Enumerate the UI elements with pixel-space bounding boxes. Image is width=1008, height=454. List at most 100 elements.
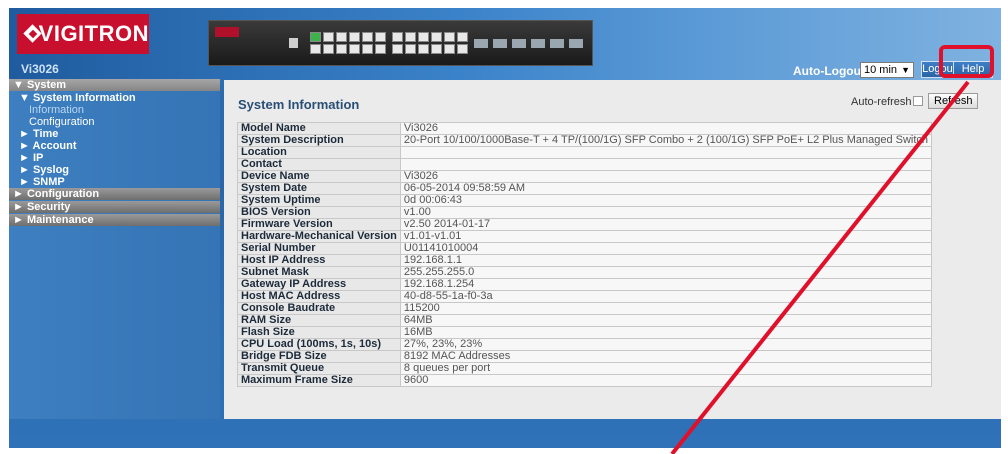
table-key-cell: Console Baudrate (237, 302, 401, 315)
table-value-cell: 9600 (399, 374, 933, 387)
port-icon (418, 44, 429, 54)
table-row: Flash Size 16MB (237, 326, 933, 339)
auto-refresh-label: Auto-refresh (851, 96, 912, 108)
sidebar-item-information[interactable]: Information (9, 104, 220, 116)
table-row: Console Baudrate 115200 (237, 302, 933, 315)
table-value-cell: v1.01-v1.01 (399, 230, 933, 243)
table-row: Location (237, 146, 933, 159)
sfp-port-icon (531, 38, 545, 48)
header: VIGITRON Vi3026 Auto-Logout 10 min ▼ Log… (9, 8, 1001, 85)
table-key-cell: Model Name (237, 122, 401, 135)
logo-diamond-icon (23, 24, 33, 44)
port-icon (310, 44, 321, 54)
table-value-cell: 0d 00:06:43 (399, 194, 933, 207)
sfp-port-icon (493, 38, 507, 48)
table-key-cell: System Uptime (237, 194, 401, 207)
sidebar-section-system[interactable]: ▼ System (9, 79, 220, 91)
logo-text: VIGITRON (38, 21, 149, 46)
table-value-cell: 192.168.1.254 (399, 278, 933, 291)
table-row: Contact (237, 158, 933, 171)
sidebar-item-system-information[interactable]: ▼ System Information (9, 92, 220, 104)
model-label: Vi3026 (21, 62, 59, 76)
port-icon (323, 32, 334, 42)
table-value-cell: U01141010004 (399, 242, 933, 255)
sfp-port-icon (512, 38, 526, 48)
table-key-cell: Host IP Address (237, 254, 401, 267)
table-key-cell: Flash Size (237, 326, 401, 339)
sidebar-item-configuration-sub[interactable]: Configuration (9, 116, 220, 128)
table-value-cell: 192.168.1.1 (399, 254, 933, 267)
table-value-cell: Vi3026 (399, 122, 933, 135)
table-row: Host IP Address 192.168.1.1 (237, 254, 933, 267)
sidebar-item-ip[interactable]: ► IP (9, 152, 220, 164)
table-key-cell: Gateway IP Address (237, 278, 401, 291)
sidebar-section-maintenance[interactable]: ► Maintenance (9, 214, 220, 226)
sidebar-section-security[interactable]: ► Security (9, 201, 220, 213)
main-panel: System Information Auto-refresh Refresh … (224, 80, 1001, 419)
auto-logout-label: Auto-Logout (793, 64, 865, 78)
table-key-cell: Serial Number (237, 242, 401, 255)
table-row: Host MAC Address 40-d8-55-1a-f0-3a (237, 290, 933, 303)
table-row: Firmware Version v2.50 2014-01-17 (237, 218, 933, 231)
table-key-cell: Contact (237, 158, 401, 171)
table-row: Device Name Vi3026 (237, 170, 933, 183)
vigitron-logo: VIGITRON (17, 14, 149, 54)
port-icon (444, 32, 455, 42)
table-key-cell: System Description (237, 134, 401, 147)
port-icon (405, 44, 416, 54)
switch-front-panel-image (208, 20, 593, 66)
table-value-cell: 115200 (399, 302, 933, 315)
port-icon (431, 32, 442, 42)
auto-refresh-checkbox[interactable] (913, 96, 923, 106)
page-title: System Information (238, 97, 360, 112)
sidebar-item-syslog[interactable]: ► Syslog (9, 164, 220, 176)
table-row: Maximum Frame Size 9600 (237, 374, 933, 387)
port-icon (392, 32, 403, 42)
sidebar-item-time[interactable]: ► Time (9, 128, 220, 140)
port-icon (323, 44, 334, 54)
table-value-cell: 8 queues per port (399, 362, 933, 375)
sfp-port-icon (569, 38, 583, 48)
table-value-cell: 20-Port 10/100/1000Base-T + 4 TP/(100/1G… (399, 134, 933, 147)
port-icon (392, 44, 403, 54)
chevron-down-icon: ▼ (901, 65, 910, 75)
port-icon (349, 44, 360, 54)
table-value-cell: 40-d8-55-1a-f0-3a (399, 290, 933, 303)
table-key-cell: RAM Size (237, 314, 401, 327)
table-key-cell: Location (237, 146, 401, 159)
port-icon (405, 32, 416, 42)
sidebar-item-snmp[interactable]: ► SNMP (9, 176, 220, 188)
table-key-cell: Firmware Version (237, 218, 401, 231)
table-key-cell: Host MAC Address (237, 290, 401, 303)
table-key-cell: Subnet Mask (237, 266, 401, 279)
table-row: Hardware-Mechanical Version v1.01-v1.01 (237, 230, 933, 243)
system-info-table: Model Name Vi3026 System Description 20-Por… (237, 122, 933, 387)
table-value-cell: 64MB (399, 314, 933, 327)
table-value-cell: 255.255.255.0 (399, 266, 933, 279)
table-key-cell: Bridge FDB Size (237, 350, 401, 363)
table-value-cell: v2.50 2014-01-17 (399, 218, 933, 231)
port-icon (418, 32, 429, 42)
table-row: System Description 20-Port 10/100/1000Bas… (237, 134, 933, 147)
refresh-button[interactable]: Refresh (928, 93, 978, 109)
table-key-cell: Maximum Frame Size (237, 374, 401, 387)
auto-logout-select[interactable]: 10 min ▼ (860, 62, 914, 78)
sidebar-item-account[interactable]: ► Account (9, 140, 220, 152)
port-icon (310, 32, 321, 42)
table-key-cell: Device Name (237, 170, 401, 183)
table-value-cell: 16MB (399, 326, 933, 339)
port-icon (362, 32, 373, 42)
table-key-cell: Transmit Queue (237, 362, 401, 375)
help-highlight-annotation (939, 45, 994, 78)
port-group-2 (392, 32, 468, 54)
port-group-1 (310, 32, 386, 54)
port-icon (349, 32, 360, 42)
system-info-table-body: Model Name Vi3026 System Description 20-Por… (237, 122, 933, 387)
sidebar-section-configuration[interactable]: ► Configuration (9, 188, 220, 200)
console-port-icon (288, 38, 298, 48)
table-row: Subnet Mask 255.255.255.0 (237, 266, 933, 279)
table-value-cell (399, 158, 933, 171)
table-row: BIOS Version v1.00 (237, 206, 933, 219)
table-row: Gateway IP Address 192.168.1.254 (237, 278, 933, 291)
table-value-cell: 27%, 23%, 23% (399, 338, 933, 351)
